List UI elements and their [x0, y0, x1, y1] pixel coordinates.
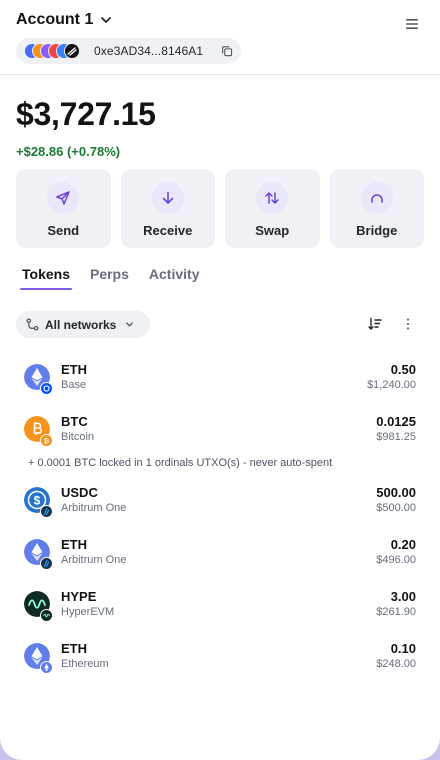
token-network: Arbitrum One: [61, 502, 127, 514]
bitcoin-network-icon: ₿: [40, 434, 53, 447]
chevron-down-icon: [126, 322, 134, 327]
token-network: Ethereum: [61, 658, 109, 670]
network-avatars: [24, 43, 80, 59]
token-row-btc-bitcoin[interactable]: ₿ BTC Bitcoin 0.0125 $981.25: [24, 414, 416, 447]
token-network: HyperEVM: [61, 606, 115, 618]
token-row-eth-ethereum[interactable]: ETH Ethereum 0.10 $248.00: [24, 641, 416, 674]
total-balance: $3,727.15: [16, 96, 156, 132]
token-network: Base: [61, 379, 87, 391]
token-row-hype-hyperevm[interactable]: HYPE HyperEVM 3.00 $261.90: [24, 589, 416, 622]
token-row-usdc-arbitrum[interactable]: $ USDC Arbitrum One 500.00 $500.00: [24, 485, 416, 518]
bridge-icon-wrap: [360, 182, 393, 214]
header: Account 1 0xe3AD34...8146A1: [0, 0, 440, 75]
account-selector[interactable]: Account 1: [16, 11, 113, 29]
tab-perps[interactable]: Perps: [90, 266, 129, 290]
token-symbol: ETH: [61, 641, 87, 656]
network-icon: [26, 318, 39, 331]
network-filter-label: All networks: [45, 317, 117, 332]
stripe-icon: [67, 47, 77, 56]
hyperevm-network-icon: [40, 609, 53, 622]
network-filter[interactable]: All networks: [16, 311, 150, 338]
send-icon: [56, 191, 70, 205]
token-symbol: ETH: [61, 537, 87, 552]
bridge-button[interactable]: Bridge: [329, 169, 424, 248]
token-symbol: ETH: [61, 362, 87, 377]
address-pill[interactable]: 0xe3AD34...8146A1: [16, 38, 241, 64]
svg-text:$: $: [34, 493, 41, 507]
ethereum-network-icon: [40, 661, 53, 674]
bridge-icon: [370, 194, 383, 203]
token-row-eth-arbitrum[interactable]: ETH Arbitrum One 0.20 $496.00: [24, 537, 416, 570]
token-usd-value: $248.00: [376, 658, 416, 670]
arrow-down-icon: [162, 191, 174, 204]
token-amount: 500.00: [376, 485, 416, 500]
token-symbol: HYPE: [61, 589, 97, 604]
hamburger-menu-icon[interactable]: [404, 16, 420, 32]
swap-button[interactable]: Swap: [225, 169, 320, 248]
action-buttons: Send Receive Swap Bridge: [16, 169, 424, 248]
receive-button[interactable]: Receive: [120, 169, 215, 248]
balance-change: +$28.86 (+0.78%): [16, 144, 121, 159]
token-symbol: USDC: [61, 485, 98, 500]
send-label: Send: [47, 223, 80, 238]
swap-icon-wrap: [256, 182, 289, 214]
token-usd-value: $500.00: [376, 502, 416, 514]
token-amount: 0.50: [390, 362, 416, 377]
token-amount: 0.0125: [376, 414, 416, 429]
token-network: Bitcoin: [61, 431, 95, 443]
tab-bar: Tokens Perps Activity: [20, 266, 200, 290]
token-usd-value: $981.25: [376, 431, 416, 443]
account-name: Account 1: [16, 11, 94, 28]
token-usd-value: $261.90: [376, 606, 416, 618]
btc-locked-note: + 0.0001 BTC locked in 1 ordinals UTXO(s…: [28, 457, 333, 469]
token-network: Arbitrum One: [61, 554, 127, 566]
base-network-icon: [40, 382, 53, 395]
bridge-label: Bridge: [356, 223, 398, 238]
token-amount: 3.00: [390, 589, 416, 604]
swap-label: Swap: [255, 223, 290, 238]
receive-label: Receive: [143, 223, 193, 238]
arbitrum-network-icon: [40, 557, 53, 570]
tab-tokens[interactable]: Tokens: [20, 266, 72, 290]
token-row-eth-base[interactable]: ETH Base 0.50 $1,240.00: [24, 362, 416, 395]
sort-icon[interactable]: [367, 316, 383, 332]
send-button[interactable]: Send: [16, 169, 111, 248]
receive-icon-wrap: [151, 182, 184, 214]
token-usd-value: $496.00: [376, 554, 416, 566]
token-amount: 0.10: [390, 641, 416, 656]
token-symbol: BTC: [61, 414, 88, 429]
swap-icon: [265, 192, 279, 204]
tab-activity[interactable]: Activity: [149, 266, 200, 290]
send-icon-wrap: [47, 182, 80, 214]
wallet-panel: Account 1 0xe3AD34...8146A1 $3,727.15 +$…: [0, 0, 440, 760]
more-options-icon[interactable]: [400, 316, 416, 332]
svg-text:₿: ₿: [44, 437, 50, 445]
wallet-address: 0xe3AD34...8146A1: [94, 44, 204, 58]
chevron-down-icon: [101, 17, 112, 23]
arbitrum-network-icon: [40, 505, 53, 518]
token-amount: 0.20: [390, 537, 416, 552]
token-usd-value: $1,240.00: [367, 379, 416, 391]
copy-icon[interactable]: [221, 44, 233, 58]
